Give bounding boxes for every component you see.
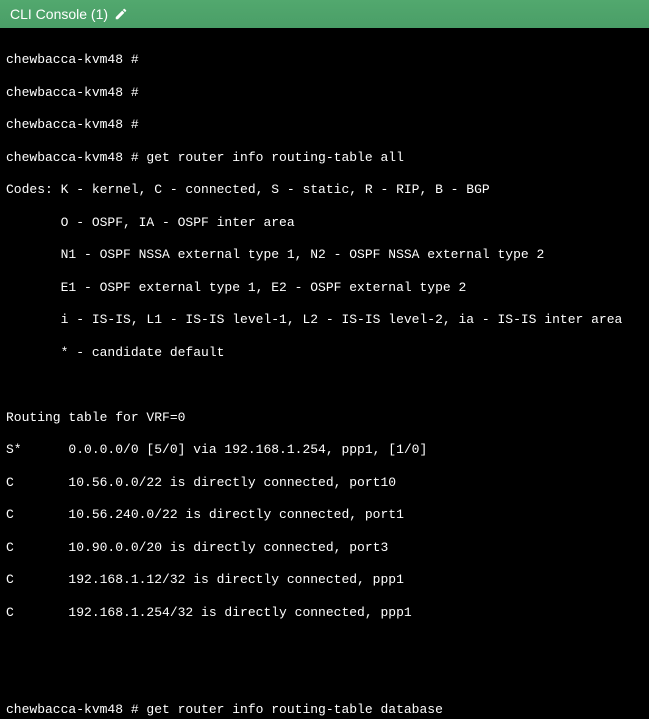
prompt-line: chewbacca-kvm48 # [6, 85, 643, 101]
codes-line: N1 - OSPF NSSA external type 1, N2 - OSP… [6, 247, 643, 263]
codes-line: O - OSPF, IA - OSPF inter area [6, 215, 643, 231]
codes-line: Codes: K - kernel, C - connected, S - st… [6, 182, 643, 198]
routing-table-header: Routing table for VRF=0 [6, 410, 643, 426]
route-line: C 192.168.1.254/32 is directly connected… [6, 605, 643, 621]
blank-line [6, 377, 643, 393]
prompt-line: chewbacca-kvm48 # get router info routin… [6, 150, 643, 166]
route-line: C 10.56.240.0/22 is directly connected, … [6, 507, 643, 523]
prompt-line: chewbacca-kvm48 # get router info routin… [6, 702, 643, 718]
blank-line [6, 670, 643, 686]
prompt-line: chewbacca-kvm48 # [6, 52, 643, 68]
codes-line: * - candidate default [6, 345, 643, 361]
route-line: C 10.90.0.0/20 is directly connected, po… [6, 540, 643, 556]
console-title: CLI Console (1) [10, 6, 108, 22]
route-line: S* 0.0.0.0/0 [5/0] via 192.168.1.254, pp… [6, 442, 643, 458]
route-line: C 10.56.0.0/22 is directly connected, po… [6, 475, 643, 491]
codes-line: E1 - OSPF external type 1, E2 - OSPF ext… [6, 280, 643, 296]
pencil-icon[interactable] [114, 7, 128, 21]
route-line: C 192.168.1.12/32 is directly connected,… [6, 572, 643, 588]
blank-line [6, 637, 643, 653]
console-header: CLI Console (1) [0, 0, 649, 28]
header-title-group: CLI Console (1) [10, 6, 128, 22]
codes-line: i - IS-IS, L1 - IS-IS level-1, L2 - IS-I… [6, 312, 643, 328]
terminal-body[interactable]: chewbacca-kvm48 # chewbacca-kvm48 # chew… [0, 28, 649, 719]
prompt-line: chewbacca-kvm48 # [6, 117, 643, 133]
